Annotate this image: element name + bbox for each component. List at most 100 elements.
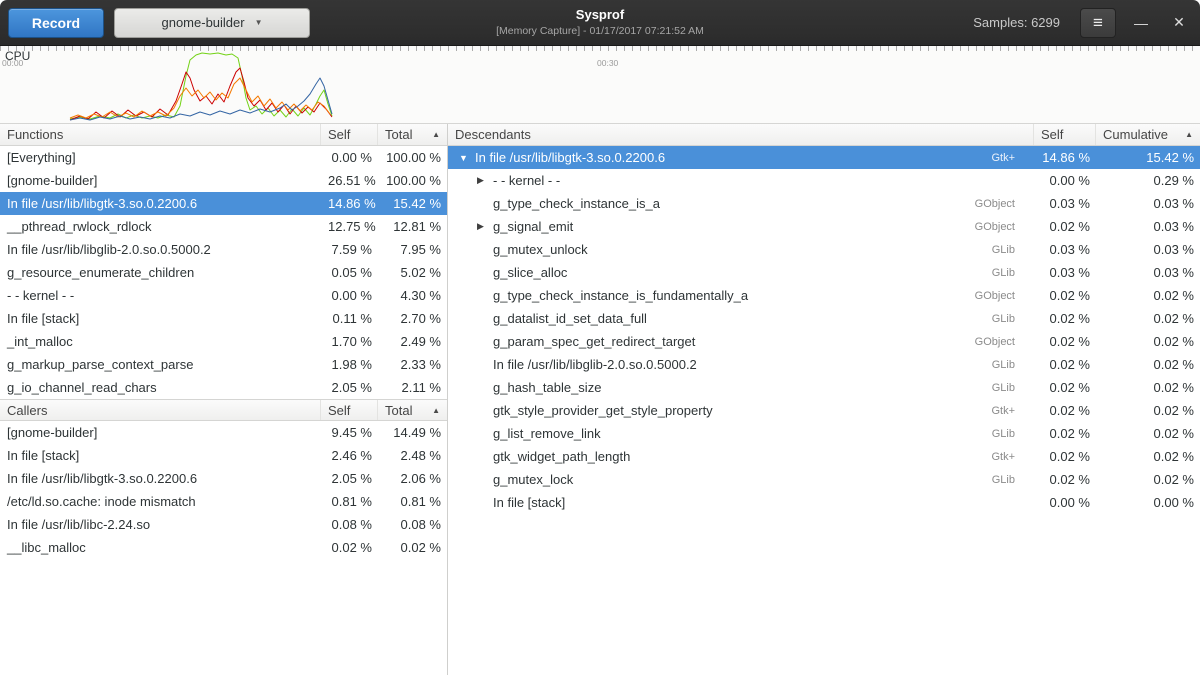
function-name: In file /usr/lib/libc-2.24.so <box>0 517 321 532</box>
table-row[interactable]: In file /usr/lib/libgtk-3.so.0.2200.614.… <box>0 192 447 215</box>
total-value: 2.70 % <box>378 311 447 326</box>
total-value: 15.42 % <box>378 196 447 211</box>
tree-row[interactable]: g_type_check_instance_is_fundamentally_a… <box>448 284 1200 307</box>
table-row[interactable]: In file /usr/lib/libc-2.24.so0.08 %0.08 … <box>0 513 447 536</box>
tree-row[interactable]: ▼In file /usr/lib/libgtk-3.so.0.2200.6Gt… <box>448 146 1200 169</box>
tree-row[interactable]: g_hash_table_sizeGLib0.02 %0.02 % <box>448 376 1200 399</box>
table-row[interactable]: g_resource_enumerate_children0.05 %5.02 … <box>0 261 447 284</box>
chevron-right-icon[interactable]: ▶ <box>477 221 493 232</box>
table-row[interactable]: In file /usr/lib/libgtk-3.so.0.2200.62.0… <box>0 467 447 490</box>
cumulative-value: 0.03 % <box>1096 242 1200 257</box>
table-row[interactable]: - - kernel - -0.00 %4.30 % <box>0 284 447 307</box>
self-value: 0.02 % <box>1034 403 1096 418</box>
tree-name-cell: g_param_spec_get_redirect_targetGObject <box>448 334 1034 349</box>
library-badge: GLib <box>992 244 1027 256</box>
function-name: In file /usr/lib/libgtk-3.so.0.2200.6 <box>0 196 321 211</box>
cumulative-value: 15.42 % <box>1096 150 1200 165</box>
table-row[interactable]: In file /usr/lib/libglib-2.0.so.0.5000.2… <box>0 238 447 261</box>
tree-row[interactable]: g_param_spec_get_redirect_targetGObject0… <box>448 330 1200 353</box>
tree-row[interactable]: ▶g_signal_emitGObject0.02 %0.03 % <box>448 215 1200 238</box>
cumulative-value: 0.02 % <box>1096 426 1200 441</box>
cumulative-value: 0.00 % <box>1096 495 1200 510</box>
functions-total-column-label: Total <box>385 127 412 142</box>
tree-row[interactable]: g_mutex_unlockGLib0.03 %0.03 % <box>448 238 1200 261</box>
headerbar: Record gnome-builder ▼ Sysprof [Memory C… <box>0 0 1200 46</box>
table-row[interactable]: g_markup_parse_context_parse1.98 %2.33 % <box>0 353 447 376</box>
headerbar-right: Samples: 6299 ≡ — ✕ <box>973 8 1192 38</box>
descendants-cumulative-column-header[interactable]: Cumulative ▲ <box>1096 124 1200 145</box>
chevron-down-icon[interactable]: ▼ <box>459 153 475 163</box>
callers-total-column-header[interactable]: Total ▲ <box>378 400 447 420</box>
total-value: 4.30 % <box>378 288 447 303</box>
cumulative-value: 0.02 % <box>1096 472 1200 487</box>
tree-row[interactable]: g_datalist_id_set_data_fullGLib0.02 %0.0… <box>448 307 1200 330</box>
table-row[interactable]: In file [stack]2.46 %2.48 % <box>0 444 447 467</box>
descendants-table-header: Descendants Self Cumulative ▲ <box>448 124 1200 146</box>
tree-row[interactable]: g_slice_allocGLib0.03 %0.03 % <box>448 261 1200 284</box>
menu-button[interactable]: ≡ <box>1080 8 1116 38</box>
callers-table-header: Callers Self Total ▲ <box>0 399 447 421</box>
function-name: g_io_channel_read_chars <box>0 380 321 395</box>
self-value: 0.00 % <box>321 288 378 303</box>
tree-row[interactable]: gtk_widget_path_lengthGtk+0.02 %0.02 % <box>448 445 1200 468</box>
table-row[interactable]: __pthread_rwlock_rdlock12.75 %12.81 % <box>0 215 447 238</box>
self-value: 0.02 % <box>1034 311 1096 326</box>
descendants-column-header[interactable]: Descendants <box>448 124 1034 145</box>
functions-table: [Everything]0.00 %100.00 %[gnome-builder… <box>0 146 447 399</box>
table-row[interactable]: _int_malloc1.70 %2.49 % <box>0 330 447 353</box>
table-row[interactable]: [gnome-builder]9.45 %14.49 % <box>0 421 447 444</box>
cumulative-value: 0.02 % <box>1096 380 1200 395</box>
function-name: In file [stack] <box>0 311 321 326</box>
descendants-self-column-header[interactable]: Self <box>1034 124 1096 145</box>
table-row[interactable]: g_io_channel_read_chars2.05 %2.11 % <box>0 376 447 399</box>
cpu-graph[interactable]: CPU 00:00 00:30 <box>0 46 1200 124</box>
tree-row[interactable]: ▶- - kernel - -0.00 %0.29 % <box>448 169 1200 192</box>
table-row[interactable]: In file [stack]0.11 %2.70 % <box>0 307 447 330</box>
tree-row[interactable]: g_mutex_lockGLib0.02 %0.02 % <box>448 468 1200 491</box>
tree-row[interactable]: gtk_style_provider_get_style_propertyGtk… <box>448 399 1200 422</box>
close-button[interactable]: ✕ <box>1166 10 1192 36</box>
self-value: 0.02 % <box>321 540 378 555</box>
tree-name-cell: gtk_style_provider_get_style_propertyGtk… <box>448 403 1034 418</box>
minimize-button[interactable]: — <box>1128 10 1154 36</box>
function-name: gtk_style_provider_get_style_property <box>493 403 713 418</box>
tree-row[interactable]: In file [stack]0.00 %0.00 % <box>448 491 1200 514</box>
table-row[interactable]: [Everything]0.00 %100.00 % <box>0 146 447 169</box>
total-value: 100.00 % <box>378 150 447 165</box>
time-label-mid: 00:30 <box>597 58 618 68</box>
function-name: In file [stack] <box>0 448 321 463</box>
chevron-down-icon: ▼ <box>255 18 263 27</box>
process-selector[interactable]: gnome-builder ▼ <box>114 8 310 38</box>
tree-name-cell: ▼In file /usr/lib/libgtk-3.so.0.2200.6Gt… <box>448 150 1034 165</box>
functions-self-column-header[interactable]: Self <box>321 124 378 145</box>
chevron-right-icon[interactable]: ▶ <box>477 175 493 186</box>
function-name: g_type_check_instance_is_fundamentally_a <box>493 288 748 303</box>
total-value: 5.02 % <box>378 265 447 280</box>
tree-row[interactable]: In file /usr/lib/libglib-2.0.so.0.5000.2… <box>448 353 1200 376</box>
function-name: In file /usr/lib/libgtk-3.so.0.2200.6 <box>0 471 321 486</box>
library-badge: GObject <box>975 221 1027 233</box>
self-value: 0.02 % <box>1034 380 1096 395</box>
callers-column-header[interactable]: Callers <box>0 400 321 420</box>
self-value: 9.45 % <box>321 425 378 440</box>
function-name: In file [stack] <box>493 495 565 510</box>
sort-ascending-icon: ▲ <box>432 130 440 139</box>
self-value: 14.86 % <box>321 196 378 211</box>
functions-total-column-header[interactable]: Total ▲ <box>378 124 447 145</box>
table-row[interactable]: [gnome-builder]26.51 %100.00 % <box>0 169 447 192</box>
record-button[interactable]: Record <box>8 8 104 38</box>
callers-self-column-header[interactable]: Self <box>321 400 378 420</box>
self-value: 0.02 % <box>1034 334 1096 349</box>
functions-column-header[interactable]: Functions <box>0 124 321 145</box>
cumulative-value: 0.03 % <box>1096 265 1200 280</box>
function-name: g_mutex_lock <box>493 472 573 487</box>
table-row[interactable]: __libc_malloc0.02 %0.02 % <box>0 536 447 559</box>
self-value: 2.05 % <box>321 471 378 486</box>
tree-row[interactable]: g_type_check_instance_is_aGObject0.03 %0… <box>448 192 1200 215</box>
tree-row[interactable]: g_list_remove_linkGLib0.02 %0.02 % <box>448 422 1200 445</box>
table-row[interactable]: /etc/ld.so.cache: inode mismatch0.81 %0.… <box>0 490 447 513</box>
function-name: - - kernel - - <box>0 288 321 303</box>
total-value: 2.49 % <box>378 334 447 349</box>
function-name: g_markup_parse_context_parse <box>0 357 321 372</box>
self-value: 0.02 % <box>1034 357 1096 372</box>
